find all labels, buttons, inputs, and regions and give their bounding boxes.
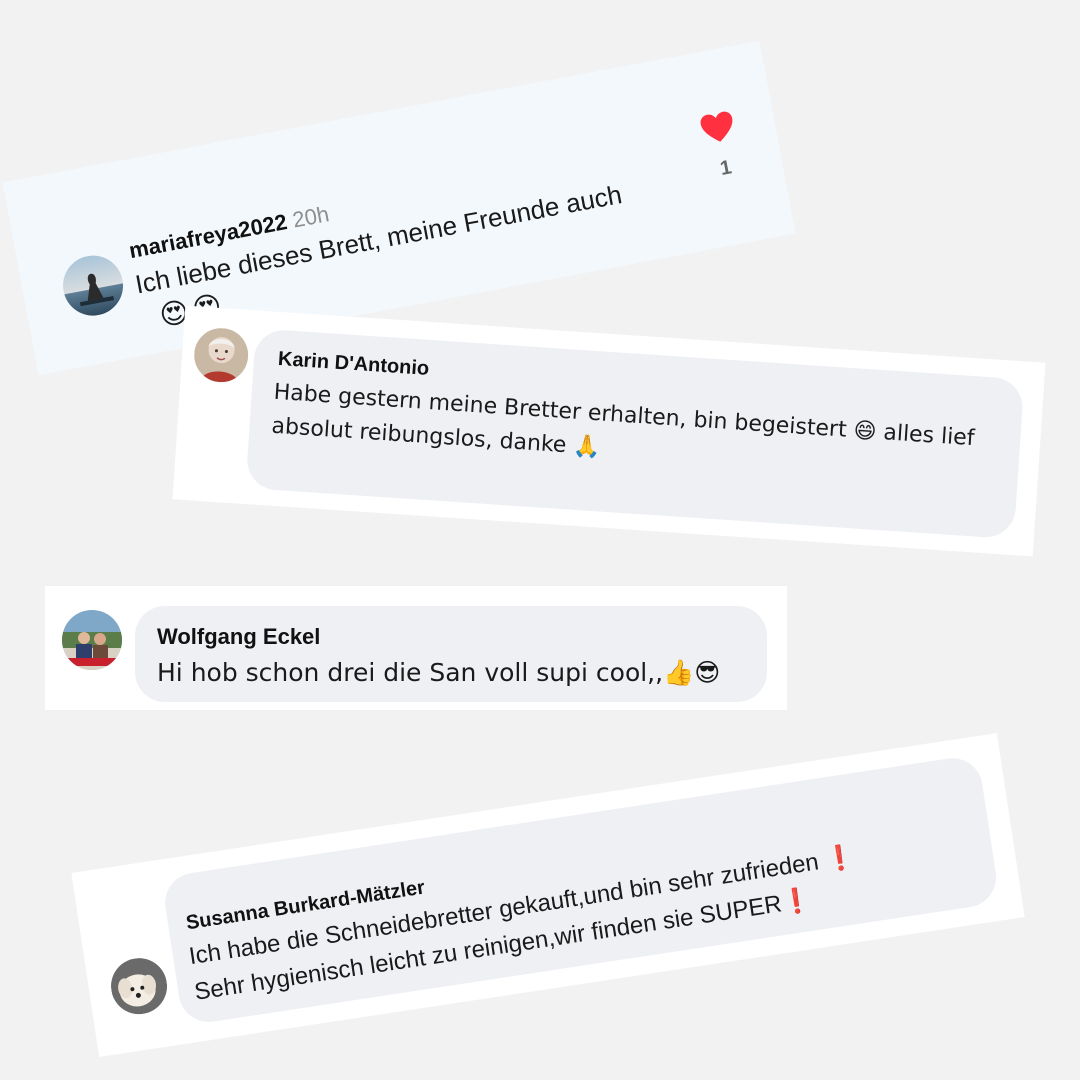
username[interactable]: Wolfgang Eckel	[157, 624, 320, 650]
comment-card-wolfgang: Wolfgang Eckel Hi hob schon drei die San…	[45, 586, 787, 710]
heart-icon[interactable]	[698, 109, 737, 147]
comment-card-susanna: Susanna Burkard-Mätzler Ich habe die Sch…	[71, 733, 1025, 1057]
avatar[interactable]	[192, 326, 250, 384]
comment-bubble: Wolfgang Eckel Hi hob schon drei die San…	[135, 606, 767, 702]
comment-bubble: Susanna Burkard-Mätzler Ich habe die Sch…	[161, 754, 1001, 1026]
avatar[interactable]	[62, 610, 122, 670]
timestamp: 20h	[290, 201, 332, 233]
comment-card-karin: Karin D'Antonio Habe gestern meine Brett…	[172, 305, 1046, 557]
avatar[interactable]	[107, 954, 171, 1019]
comment-text: Hi hob schon drei die San voll supi cool…	[157, 658, 721, 687]
avatar[interactable]	[58, 250, 129, 321]
username[interactable]: Karin D'Antonio	[277, 348, 430, 381]
like-count: 1	[718, 156, 734, 181]
exclamation-icon: ❗	[823, 842, 857, 875]
comment-bubble: Karin D'Antonio Habe gestern meine Brett…	[245, 328, 1025, 540]
exclamation-icon: ❗	[779, 885, 814, 918]
